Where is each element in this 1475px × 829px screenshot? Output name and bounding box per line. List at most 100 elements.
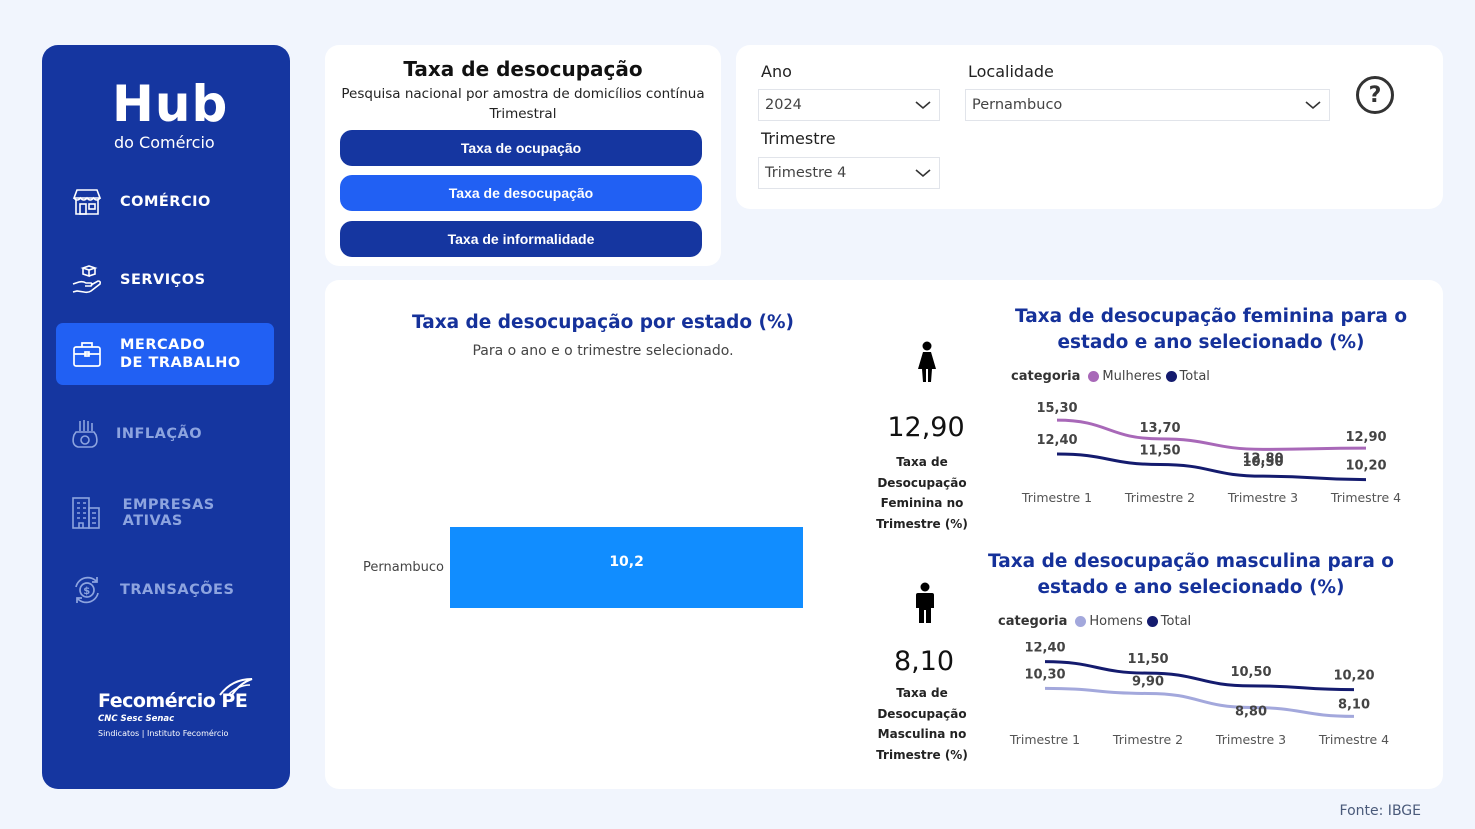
nav-item-inflacao[interactable]: INFLAÇÃO (56, 403, 274, 465)
data-label: 8,10 (1338, 697, 1370, 712)
nav-label: TRANSAÇÕES (120, 582, 235, 598)
trimestre-value: Trimestre 4 (765, 165, 847, 181)
legend-item-mulheres[interactable]: Mulheres (1088, 369, 1162, 384)
store-icon (70, 185, 104, 219)
kpi-label-line: Desocupação (877, 706, 967, 721)
nav-item-servicos[interactable]: SERVIÇOS (56, 249, 274, 311)
source-note: Fonte: IBGE (1339, 803, 1421, 819)
kpi-feminina-label: Taxa de Desocupação Feminina no Trimestr… (862, 452, 982, 534)
legend-title: categoria (998, 614, 1068, 629)
fecomercio-logo: Fecomércio PE CNC Sesc Senac Sindicatos … (98, 690, 248, 738)
nav-label: EMPRESAS ATIVAS (122, 497, 215, 529)
brand-title: Hub (112, 75, 229, 133)
x-tick-label: Trimestre 1 (1021, 490, 1092, 505)
bar-chart-title: Taxa de desocupação por estado (%) (411, 312, 795, 333)
nav-item-empresas-ativas[interactable]: EMPRESAS ATIVAS (56, 482, 274, 544)
male-person-icon (916, 582, 934, 623)
localidade-select[interactable]: Pernambuco (965, 89, 1330, 121)
sidebar: Hub do Comércio COMÉRCIO SERVIÇOS MERCAD… (42, 45, 290, 789)
nav-item-comercio[interactable]: COMÉRCIO (56, 171, 274, 233)
bar-value-label: 10,2 (609, 554, 644, 570)
hand-box-icon (70, 263, 104, 297)
logo-line2: CNC Sesc Senac (98, 714, 175, 724)
kpi-label-line: Trimestre (%) (876, 516, 968, 531)
legend-label: Total (1160, 614, 1192, 629)
legend-dot (1165, 371, 1177, 382)
series-line-total (1044, 660, 1355, 692)
data-label: 10,50 (1230, 665, 1271, 680)
logo-line3: Sindicatos | Instituto Fecomércio (98, 729, 229, 738)
kpi-label-line: Taxa de (896, 455, 948, 469)
series-line-total (1056, 452, 1367, 482)
data-label: 12,90 (1345, 430, 1386, 445)
legend-title: categoria (1011, 369, 1081, 384)
legend-item-total[interactable]: Total (1165, 369, 1210, 384)
kpi-label-line: Masculina no (877, 727, 967, 741)
female-chart-title: Taxa de desocupação feminina para o esta… (1014, 306, 1408, 353)
nav-label: COMÉRCIO (120, 194, 211, 210)
chevron-down-icon (915, 169, 931, 178)
x-tick-label: Trimestre 3 (1215, 732, 1286, 747)
legend-dot (1075, 616, 1087, 627)
bar-chart-subtitle: Para o ano e o trimestre selecionado. (472, 343, 734, 359)
ano-value: 2024 (765, 97, 802, 113)
filter-panel: Ano 2024 Localidade Pernambuco Trimestre… (736, 45, 1443, 209)
kpi-label-line: Desocupação (877, 475, 967, 490)
ano-select[interactable]: 2024 (758, 89, 940, 121)
legend-label: Homens (1089, 614, 1143, 629)
logo-swoosh-icon (219, 678, 253, 696)
building-icon (70, 496, 103, 530)
nav-item-transacoes[interactable]: $ TRANSAÇÕES (56, 559, 274, 621)
localidade-label: Localidade (968, 62, 1054, 81)
taxa-informalidade-button[interactable]: Taxa de informalidade (340, 221, 702, 257)
data-label: 10,20 (1333, 669, 1374, 684)
nav-label: INFLAÇÃO (116, 426, 203, 442)
data-label: 11,50 (1139, 444, 1180, 459)
x-tick-label: Trimestre 3 (1227, 490, 1298, 505)
data-label: 12,40 (1024, 642, 1065, 656)
nav-item-mercado-de-trabalho[interactable]: MERCADO DE TRABALHO (56, 323, 274, 385)
female-person-icon (918, 341, 936, 382)
x-tick-label: Trimestre 2 (1112, 732, 1183, 747)
x-tick-label: Trimestre 2 (1124, 490, 1195, 505)
page-subtitle: Pesquisa nacional por amostra de domicíl… (341, 86, 705, 122)
kpi-masculina-value: 8,10 (893, 646, 955, 677)
kpi-masculina-label: Taxa de Desocupação Masculina no Trimest… (862, 683, 982, 765)
data-label: 15,30 (1036, 401, 1077, 416)
localidade-value: Pernambuco (972, 97, 1063, 113)
kpi-label-line: Feminina no (880, 496, 964, 510)
legend-dot (1146, 616, 1158, 627)
taxa-ocupacao-button[interactable]: Taxa de ocupação (340, 130, 702, 166)
taxa-desocupacao-button[interactable]: Taxa de desocupação (340, 175, 702, 211)
male-chart-title: Taxa de desocupação masculina para o est… (988, 551, 1394, 598)
chevron-down-icon (1305, 101, 1321, 110)
header-panel: Taxa de desocupação Pesquisa nacional po… (325, 45, 721, 266)
trimestre-label: Trimestre (761, 129, 836, 148)
legend-label: Total (1179, 369, 1210, 384)
help-icon[interactable]: ? (1356, 76, 1394, 114)
kpi-label-line: Taxa de (896, 686, 948, 700)
page-title: Taxa de desocupação (403, 57, 643, 81)
trimestre-select[interactable]: Trimestre 4 (758, 157, 940, 189)
male-chart-legend: categoria Homens Total (998, 614, 1195, 629)
legend-dot (1088, 371, 1100, 382)
series-line-homens (1044, 686, 1355, 718)
data-label: 10,50 (1242, 455, 1283, 470)
chevron-down-icon (915, 101, 931, 110)
x-tick-label: Trimestre 4 (1330, 490, 1401, 505)
data-label: 13,70 (1139, 421, 1180, 436)
legend-label: Mulheres (1102, 369, 1162, 384)
data-label: 10,30 (1024, 667, 1065, 682)
male-line-chart: 10,30 9,90 8,80 8,10 12,40 11,50 10,50 10,20 Tri… (1009, 642, 1389, 747)
briefcase-icon (70, 337, 104, 371)
brand-subtitle: do Comércio (114, 133, 215, 152)
ano-label: Ano (761, 62, 792, 81)
nav-label-line2: DE TRABALHO (120, 355, 241, 371)
bar-pernambuco: 10,2 (450, 527, 804, 608)
data-label: 8,80 (1235, 704, 1267, 719)
legend-item-total[interactable]: Total (1146, 614, 1192, 629)
data-label: 11,50 (1127, 652, 1168, 667)
legend-item-homens[interactable]: Homens (1075, 614, 1143, 629)
series-line-mulheres (1056, 418, 1367, 451)
kpi-feminina-value: 12,90 (887, 412, 965, 443)
